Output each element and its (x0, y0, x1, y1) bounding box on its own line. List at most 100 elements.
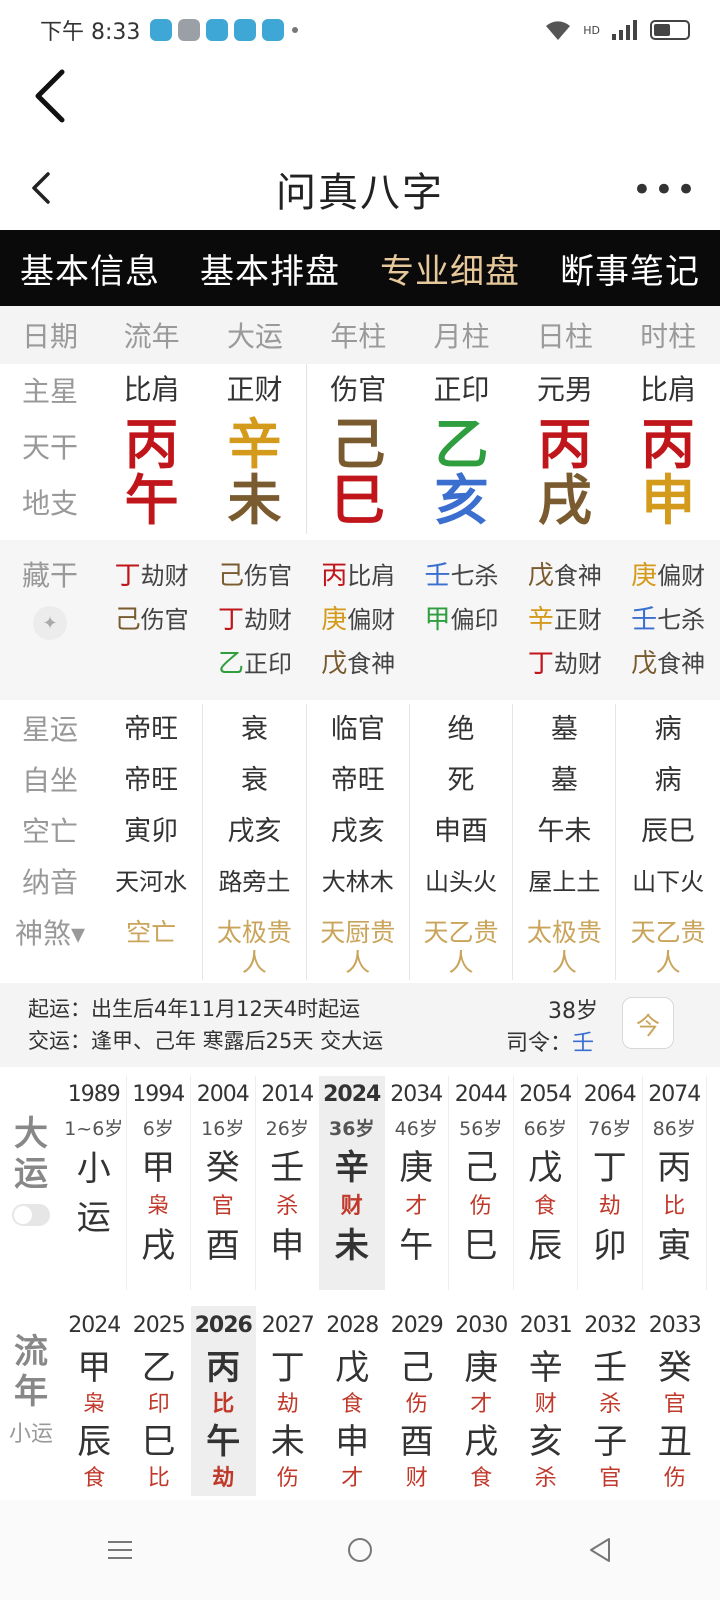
header-day-pillar: 日柱 (536, 320, 593, 353)
liunian-column[interactable]: 2026 丙比午劫 (191, 1306, 256, 1496)
tab-professional-chart[interactable]: 专业细盘 (380, 244, 520, 293)
liunian-section: 流 年 小运 2024 甲枭辰食 2025 乙印巳比 2026 丙比午劫 2027 丁劫未伤 2… (0, 1306, 720, 1496)
pillar-year[interactable]: 伤官 己 巳 (307, 364, 410, 534)
current-age: 38岁 (548, 999, 598, 1024)
liunian-year: 2032 (584, 1313, 637, 1338)
liunian-column[interactable]: 2027 丁劫未伤 (256, 1306, 321, 1496)
hidden-stem-god: 食神 (657, 650, 706, 678)
dayun-age: 1~6岁 (64, 1118, 124, 1140)
pillar-liunian[interactable]: 比肩 丙 午 (100, 364, 203, 534)
liunian-g2: 子 (593, 1422, 628, 1462)
info-xingyun: 绝 (447, 714, 475, 745)
info-kongwang: 午未 (537, 816, 592, 847)
dayun-gd: 食 (534, 1194, 557, 1219)
hidden-stem-god: 比肩 (347, 562, 396, 590)
info-xingyun: 衰 (240, 714, 268, 745)
pillar-star: 伤官 (330, 373, 387, 406)
hidden-stem-item: 乙正印 (218, 642, 292, 686)
menu-icon[interactable] (90, 1520, 150, 1580)
home-icon[interactable] (330, 1520, 390, 1580)
dayun-column[interactable]: 2014 26岁壬杀申 (256, 1076, 320, 1290)
dayun-toggle[interactable] (12, 1204, 50, 1226)
dayun-column[interactable]: 2034 46岁庚才午 (385, 1076, 449, 1290)
hidden-stem-item: 己伤官 (115, 598, 189, 642)
info-shensha[interactable]: 天乙贵人 (416, 908, 506, 978)
info-col: 病病辰巳 山下火 天乙贵人 (616, 704, 719, 980)
info-shensha[interactable]: 太极贵人 (209, 908, 299, 978)
info-kongwang: 戌亥 (330, 816, 385, 847)
liunian-column[interactable]: 2028 戊食申才 (320, 1306, 385, 1496)
dayun-age: 56岁 (459, 1118, 503, 1140)
siling: 司令：壬 (506, 1025, 594, 1057)
hidden-stem-god: 食神 (347, 650, 396, 678)
hidden-stem-god: 偏财 (347, 606, 396, 634)
liunian-gd2: 才 (341, 1466, 364, 1491)
dayun-column[interactable]: 2074 86岁丙比寅 (643, 1076, 707, 1290)
liunian-g1: 庚 (464, 1348, 499, 1388)
info-zizuo: 帝旺 (124, 765, 179, 796)
pillar-day[interactable]: 元男 丙 戌 (513, 364, 616, 534)
tab-basic-chart[interactable]: 基本排盘 (200, 244, 340, 293)
liunian-column[interactable]: 2030 庚才戌食 (449, 1306, 514, 1496)
siling-label: 司令： (506, 1031, 573, 1056)
info-shensha[interactable]: 天乙贵人 (623, 908, 713, 978)
liunian-g1: 辛 (528, 1348, 563, 1388)
dayun-g2: 酉 (205, 1226, 240, 1266)
calendar-today-icon[interactable]: 今 (622, 997, 674, 1049)
dayun-column[interactable]: 2044 56岁己伤巳 (449, 1076, 514, 1290)
liunian-column[interactable]: 2033 癸官丑伤 (643, 1306, 708, 1496)
dayun-gd: 财 (340, 1194, 363, 1219)
hidden-stem-item: 辛正财 (528, 598, 602, 642)
hidden-stem-item: 丁劫财 (528, 642, 602, 686)
dayun-column[interactable]: 1994 6岁甲枭戌 (127, 1076, 191, 1290)
hidden-stem-char: 己 (217, 561, 244, 591)
liunian-g2: 辰 (77, 1422, 112, 1462)
dayun-label: 大 运 (0, 1114, 62, 1226)
pillar-star: 比肩 (123, 373, 180, 406)
notification-icons (150, 19, 285, 41)
header-dayun: 大运 (226, 320, 283, 353)
label-shensha[interactable]: 神煞▾ (15, 908, 85, 959)
hidden-stem-god: 食神 (553, 562, 602, 590)
back-arrow-icon[interactable] (30, 66, 70, 126)
info-zizuo: 墓 (550, 765, 578, 796)
liunian-column[interactable]: 2032 壬杀子官 (578, 1306, 643, 1496)
dayun-column[interactable]: 1989 1~6岁小运 (62, 1076, 127, 1290)
pillar-dayun[interactable]: 正财 辛 未 (203, 364, 307, 534)
pillar-month[interactable]: 正印 乙 亥 (410, 364, 513, 534)
liunian-year: 2029 (390, 1313, 444, 1338)
tab-basic-info[interactable]: 基本信息 (20, 244, 160, 293)
pillar-star: 正印 (433, 373, 490, 406)
liunian-column[interactable]: 2031 辛财亥杀 (514, 1306, 579, 1496)
dayun-year: 2014 (261, 1082, 314, 1107)
dayun-column[interactable]: 2064 76岁丁劫卯 (578, 1076, 643, 1290)
pillar-branch: 亥 (434, 468, 489, 532)
liunian-column[interactable]: 2024 甲枭辰食 (62, 1306, 127, 1496)
liunian-g2: 午 (206, 1422, 241, 1462)
label-branch: 地支 (21, 487, 78, 520)
pillar-hour[interactable]: 比肩 丙 申 (616, 364, 719, 534)
page-title: 问真八字 (276, 170, 444, 216)
liunian-g2: 丑 (657, 1422, 692, 1462)
liunian-g2: 亥 (528, 1422, 563, 1462)
info-shensha[interactable]: 太极贵人 (519, 908, 609, 978)
info-shensha[interactable]: 天厨贵人 (313, 908, 403, 978)
tab-notes[interactable]: 断事笔记 (560, 244, 700, 293)
label-xingyun: 星运 (21, 713, 78, 746)
hidden-stem-item: 丁劫财 (115, 554, 189, 598)
hidden-stem-char: 戊 (321, 649, 348, 679)
back-triangle-icon[interactable] (570, 1520, 630, 1580)
dayun-column[interactable]: 2004 16岁癸官酉 (191, 1076, 256, 1290)
dayun-column[interactable]: 2054 66岁戊食辰 (514, 1076, 578, 1290)
label-zizuo: 自坐 (21, 764, 78, 797)
liunian-g2: 酉 (399, 1422, 434, 1462)
info-shensha[interactable]: 空亡 (106, 908, 196, 948)
dayun-column[interactable]: 2024 36岁辛财未 (320, 1076, 385, 1290)
more-menu-icon[interactable]: ••• (632, 170, 698, 210)
liunian-gd2: 官 (599, 1466, 622, 1491)
liunian-column[interactable]: 2029 己伤酉财 (385, 1306, 450, 1496)
xiaoyun-label[interactable]: 小运 (9, 1416, 53, 1448)
pin-icon[interactable]: ✦ (33, 606, 67, 640)
liunian-column[interactable]: 2025 乙印巳比 (127, 1306, 192, 1496)
dayun-g1: 癸 (205, 1148, 240, 1188)
